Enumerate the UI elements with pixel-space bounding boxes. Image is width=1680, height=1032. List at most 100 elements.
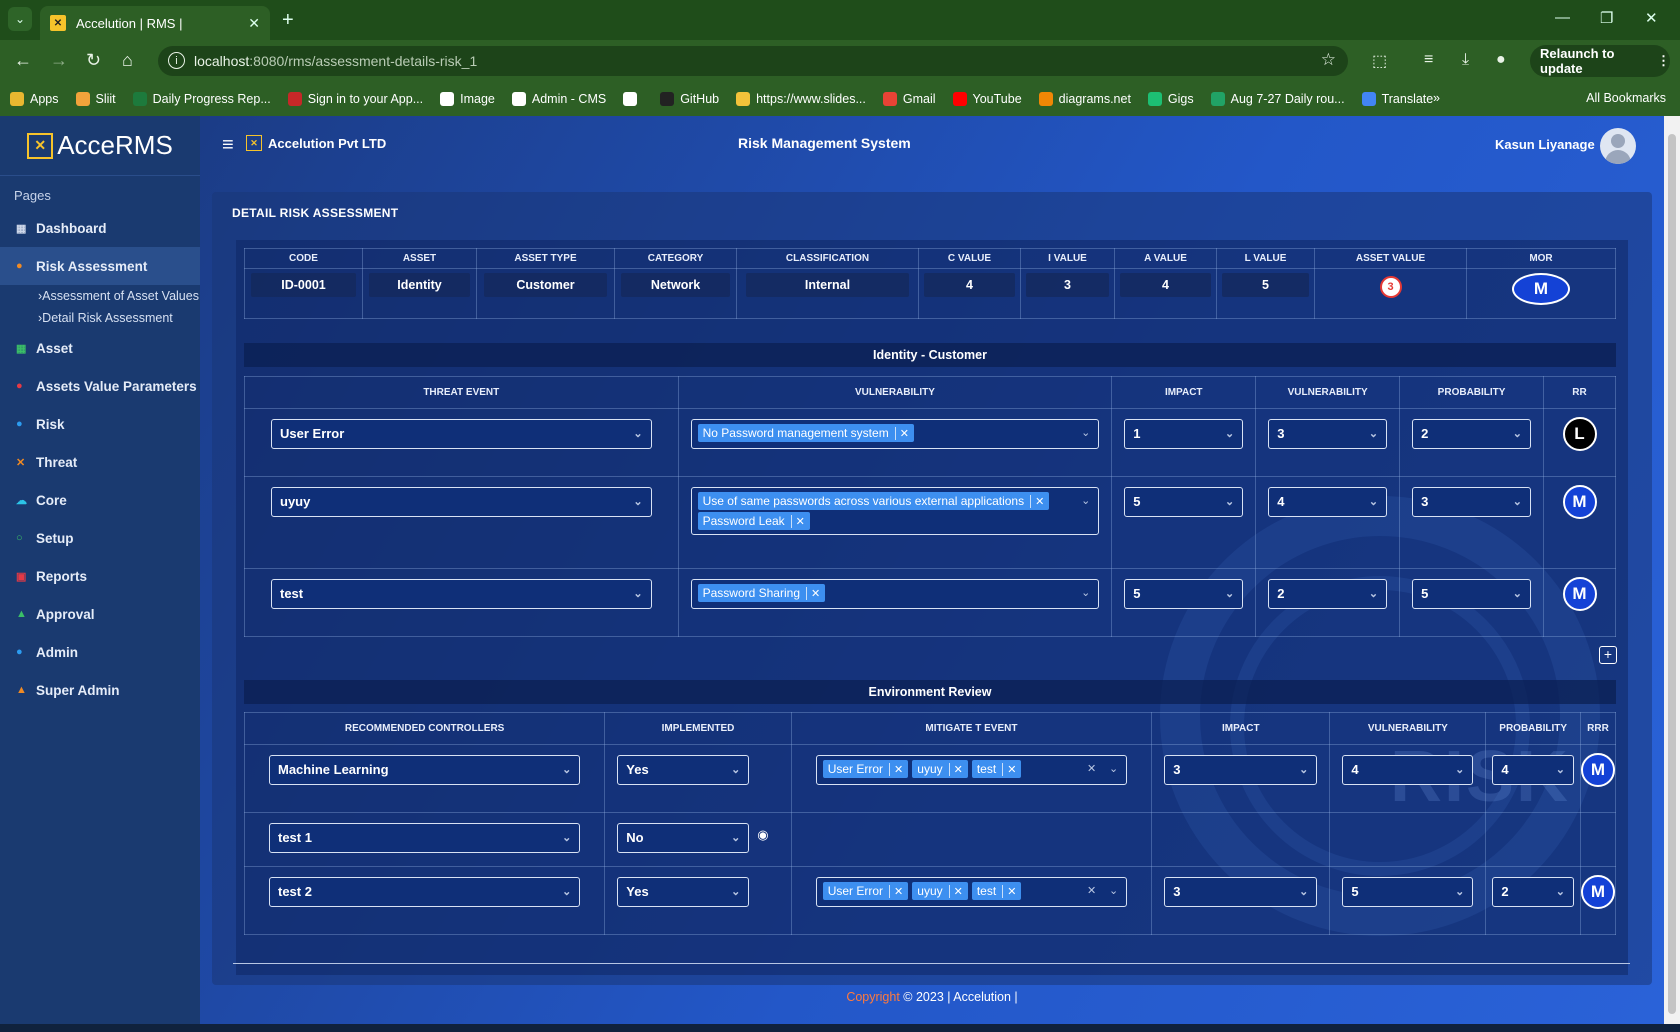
bookmarks-overflow-icon[interactable]: »: [1433, 91, 1440, 105]
copyright-link[interactable]: Copyright: [846, 990, 900, 1004]
probability-select[interactable]: 2 ⌄: [1412, 419, 1532, 449]
bookmark-item[interactable]: Sliit: [75, 92, 116, 106]
sidebar-item-threat[interactable]: ✕ Threat: [0, 443, 200, 481]
sidebar-item-risk-assessment[interactable]: ● Risk Assessment: [0, 247, 200, 285]
controller-select[interactable]: Machine Learning ⌄: [269, 755, 581, 785]
probability-select[interactable]: 3 ⌄: [1412, 487, 1532, 517]
sidebar-item-assets-value-parameters[interactable]: ● Assets Value Parameters: [0, 367, 200, 405]
back-arrow-icon[interactable]: ←: [14, 50, 32, 71]
close-window-button[interactable]: ✕: [1645, 9, 1658, 27]
vulnerability-multiselect[interactable]: No Password management system ✕ ⌄: [690, 419, 1100, 449]
vulnerability-multiselect[interactable]: Password Sharing ✕ ⌄: [690, 579, 1100, 609]
vulnerability-select[interactable]: 3 ⌄: [1268, 419, 1388, 449]
threat-event-select[interactable]: uyuy ⌄: [271, 487, 652, 517]
sidebar-item-setup[interactable]: ○ Setup: [0, 519, 200, 557]
remove-chip-icon[interactable]: ✕: [948, 762, 963, 776]
relaunch-button[interactable]: Relaunch to update ⋮: [1530, 45, 1670, 77]
probability-select[interactable]: 2 ⌄: [1492, 877, 1574, 907]
hamburger-menu-icon[interactable]: ≡: [222, 134, 234, 157]
page-scrollbar[interactable]: [1664, 116, 1680, 1024]
remove-chip-icon[interactable]: ✕: [790, 514, 805, 528]
sidebar-subitem[interactable]: › Assessment of Asset Values: [0, 285, 200, 307]
forward-arrow-icon[interactable]: →: [50, 50, 68, 71]
sidebar-item-asset[interactable]: ▦ Asset: [0, 329, 200, 367]
bookmark-item[interactable]: Gigs: [1147, 92, 1194, 106]
site-info-icon[interactable]: i: [168, 52, 185, 69]
mitigate-event-multiselect[interactable]: User Error ✕ uyuy ✕ test ✕ ✕ ⌄: [815, 877, 1128, 907]
impact-select[interactable]: 5 ⌄: [1124, 487, 1244, 517]
browser-tab[interactable]: ✕ Accelution | RMS | ✕: [40, 6, 270, 40]
bookmark-item[interactable]: Gmail: [882, 92, 936, 106]
impact-select[interactable]: 1 ⌄: [1124, 419, 1244, 449]
app-logo[interactable]: ✕ AcceRMS: [0, 116, 200, 176]
impact-select[interactable]: 5 ⌄: [1124, 579, 1244, 609]
scrollbar-thumb[interactable]: [1668, 134, 1676, 1014]
implemented-select[interactable]: Yes ⌄: [617, 877, 750, 907]
user-name[interactable]: Kasun Liyanage: [1495, 137, 1595, 152]
sidebar-item-core[interactable]: ☁ Core: [0, 481, 200, 519]
impact-select[interactable]: 3 ⌄: [1164, 877, 1318, 907]
clear-icon[interactable]: ✕: [1087, 884, 1096, 897]
vulnerability-multiselect[interactable]: Use of same passwords across various ext…: [690, 487, 1100, 535]
sidebar-item-risk[interactable]: ● Risk: [0, 405, 200, 443]
bookmark-item[interactable]: Daily Progress Rep...: [132, 92, 271, 106]
remove-chip-icon[interactable]: ✕: [1002, 762, 1016, 776]
bookmark-item[interactable]: [623, 92, 643, 106]
new-tab-button[interactable]: +: [282, 9, 294, 32]
sidebar-item-dashboard[interactable]: ▦ Dashboard: [0, 209, 200, 247]
clear-icon[interactable]: ✕: [1087, 762, 1096, 775]
sidebar-item-admin[interactable]: ● Admin: [0, 633, 200, 671]
remove-chip-icon[interactable]: ✕: [1002, 884, 1016, 898]
implemented-select[interactable]: No ⌄: [617, 823, 750, 853]
bookmark-item[interactable]: https://www.slides...: [736, 92, 866, 106]
home-icon[interactable]: ⌂: [122, 50, 133, 71]
reading-list-icon[interactable]: ≡: [1424, 51, 1433, 69]
bookmark-item[interactable]: YouTube: [952, 92, 1022, 106]
bookmark-item[interactable]: Image: [440, 92, 495, 106]
vulnerability-select[interactable]: 5 ⌄: [1342, 877, 1474, 907]
vulnerability-select[interactable]: 4 ⌄: [1342, 755, 1474, 785]
bookmark-item[interactable]: Apps: [10, 92, 59, 106]
bookmark-item[interactable]: Translate: [1361, 92, 1433, 106]
threat-event-select[interactable]: User Error ⌄: [271, 419, 652, 449]
vulnerability-select[interactable]: 4 ⌄: [1268, 487, 1388, 517]
remove-chip-icon[interactable]: ✕: [1030, 494, 1044, 508]
user-avatar[interactable]: [1600, 128, 1636, 164]
bookmark-item[interactable]: Sign in to your App...: [287, 92, 423, 106]
bookmark-item[interactable]: GitHub: [660, 92, 719, 106]
controller-select[interactable]: test 1 ⌄: [269, 823, 581, 853]
remove-chip-icon[interactable]: ✕: [806, 586, 820, 600]
controller-select[interactable]: test 2 ⌄: [269, 877, 581, 907]
download-icon[interactable]: ⤓: [1462, 51, 1469, 69]
probability-select[interactable]: 5 ⌄: [1412, 579, 1532, 609]
threat-event-select[interactable]: test ⌄: [271, 579, 652, 609]
profile-avatar-icon[interactable]: ●: [1496, 51, 1506, 69]
sidebar-item-reports[interactable]: ▣ Reports: [0, 557, 200, 595]
tab-search-button[interactable]: ⌄: [8, 7, 32, 31]
address-bar[interactable]: i localhost:8080/rms/assessment-details-…: [158, 46, 1348, 76]
vulnerability-select[interactable]: 2 ⌄: [1268, 579, 1388, 609]
eye-icon[interactable]: ◉: [757, 827, 768, 843]
add-threat-row-button[interactable]: +: [1599, 646, 1617, 664]
all-bookmarks-button[interactable]: All Bookmarks: [1586, 91, 1666, 105]
restore-button[interactable]: ❐: [1600, 9, 1613, 27]
tab-close-icon[interactable]: ✕: [248, 15, 260, 32]
probability-select[interactable]: 4 ⌄: [1492, 755, 1574, 785]
mitigate-event-multiselect[interactable]: User Error ✕ uyuy ✕ test ✕ ✕ ⌄: [815, 755, 1128, 785]
bookmark-item[interactable]: Aug 7-27 Daily rou...: [1210, 92, 1345, 106]
implemented-select[interactable]: Yes ⌄: [617, 755, 750, 785]
bookmark-item[interactable]: diagrams.net: [1038, 92, 1131, 106]
sidebar-subitem[interactable]: › Detail Risk Assessment: [0, 307, 200, 329]
bookmark-item[interactable]: Admin - CMS: [511, 92, 606, 106]
reload-icon[interactable]: ↻: [86, 50, 101, 71]
remove-chip-icon[interactable]: ✕: [889, 884, 903, 898]
minimize-button[interactable]: —: [1555, 9, 1570, 26]
remove-chip-icon[interactable]: ✕: [948, 884, 963, 898]
remove-chip-icon[interactable]: ✕: [894, 426, 909, 440]
extensions-icon[interactable]: ⬚: [1372, 51, 1387, 71]
bookmark-star-icon[interactable]: ☆: [1321, 50, 1336, 70]
sidebar-item-approval[interactable]: ▲ Approval: [0, 595, 200, 633]
remove-chip-icon[interactable]: ✕: [889, 762, 903, 776]
impact-select[interactable]: 3 ⌄: [1164, 755, 1318, 785]
sidebar-item-super-admin[interactable]: ▲ Super Admin: [0, 671, 200, 709]
